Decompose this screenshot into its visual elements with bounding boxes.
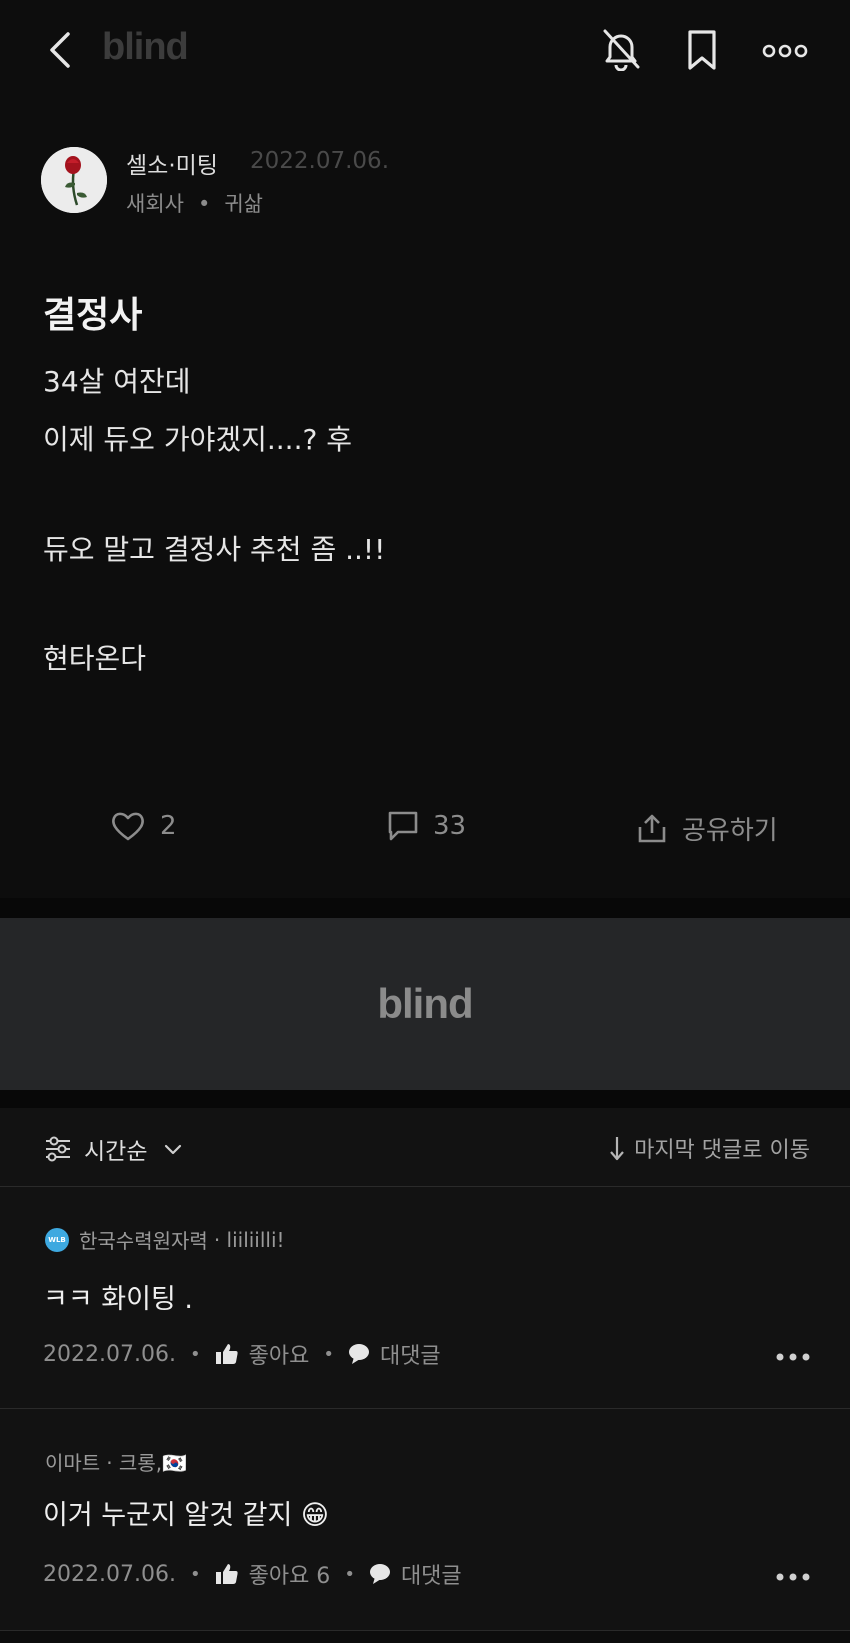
- comment-count: 33: [433, 811, 467, 841]
- post-body-line: 34살 여잔데: [43, 365, 191, 398]
- jump-to-last-comment[interactable]: 마지막 댓글로 이동: [608, 1132, 810, 1164]
- like-button[interactable]: 2: [110, 810, 177, 842]
- post-date: 2022.07.06.: [250, 148, 389, 174]
- comment-company[interactable]: 한국수력원자력: [79, 1225, 208, 1254]
- ad-banner[interactable]: blind: [0, 918, 850, 1090]
- comment-button[interactable]: 33: [387, 810, 466, 842]
- author-company[interactable]: 새회사: [126, 192, 184, 216]
- comment-reply-button[interactable]: 대댓글: [369, 1558, 462, 1590]
- author-name[interactable]: 셀소·미팅: [126, 146, 218, 180]
- back-button[interactable]: [40, 28, 80, 72]
- filter-sliders-icon: [46, 1136, 70, 1162]
- comment-sort-bar: 시간순 마지막 댓글로 이동: [0, 1108, 850, 1187]
- more-horizontal-icon: [762, 44, 808, 58]
- share-label: 공유하기: [682, 816, 778, 846]
- comment-nickname[interactable]: · liiliilli!: [214, 1228, 285, 1252]
- comment-date: 2022.07.06.: [43, 1341, 176, 1367]
- section-divider: [0, 898, 850, 918]
- speech-bubble-icon: [369, 1564, 390, 1584]
- heart-icon: [112, 812, 144, 841]
- post-body-line: 현타온다: [43, 642, 147, 675]
- comment-text: 이거 누군지 알것 같지 😁: [43, 1500, 330, 1531]
- comment-like-button[interactable]: 좋아요 6: [215, 1558, 330, 1590]
- more-horizontal-icon: [776, 1573, 810, 1581]
- meta-separator: •: [197, 192, 211, 216]
- comment-item: 이마트 · 크롱,🇰🇷 이거 누군지 알것 같지 😁 2022.07.06. •…: [0, 1409, 850, 1631]
- more-options-button[interactable]: [760, 36, 810, 66]
- chevron-left-icon: [50, 32, 70, 68]
- brand-logo: blind: [102, 26, 189, 68]
- comment-company[interactable]: 이마트: [45, 1447, 100, 1476]
- comment-nickname[interactable]: · 크롱,🇰🇷: [106, 1447, 187, 1476]
- comment-text: ㅋㅋ 화이팅 .: [43, 1284, 193, 1315]
- bookmark-button[interactable]: [682, 27, 722, 73]
- comment-item: WLB 한국수력원자력 · liiliilli! ㅋㅋ 화이팅 . 2022.0…: [0, 1187, 850, 1409]
- sort-dropdown[interactable]: 시간순: [44, 1132, 183, 1166]
- post-body-line: 듀오 말고 결정사 추천 좀 ..!!: [43, 533, 386, 566]
- comment-date: 2022.07.06.: [43, 1561, 176, 1587]
- share-icon: [638, 814, 666, 842]
- speech-bubble-icon: [348, 1344, 369, 1364]
- author-avatar[interactable]: [41, 147, 107, 213]
- comment-reply-button[interactable]: 대댓글: [348, 1338, 441, 1370]
- post-title: 결정사: [43, 295, 143, 336]
- comment-footer: 2022.07.06. • 좋아요 • 대댓글: [43, 1338, 441, 1370]
- jump-label: 마지막 댓글로 이동: [634, 1138, 810, 1163]
- thumbs-up-icon: [215, 1344, 238, 1364]
- comment-more-button[interactable]: [776, 1353, 810, 1361]
- rose-icon: [41, 147, 107, 213]
- comment-meta: 이마트 · 크롱,🇰🇷: [45, 1447, 187, 1476]
- board-name[interactable]: 귀삶: [224, 192, 263, 216]
- more-horizontal-icon: [776, 1353, 810, 1361]
- notification-off-button[interactable]: [598, 26, 644, 72]
- wlb-badge-icon: WLB: [45, 1227, 69, 1252]
- thumbs-up-icon: [215, 1564, 238, 1584]
- author-meta: 새회사 • 귀삶: [126, 188, 263, 218]
- like-count: 2: [160, 811, 177, 841]
- section-divider: [0, 1090, 850, 1108]
- arrow-down-icon: [610, 1137, 624, 1161]
- comment-like-button[interactable]: 좋아요: [215, 1338, 309, 1370]
- comment-more-button[interactable]: [776, 1573, 810, 1581]
- top-bar: blind: [0, 0, 850, 100]
- bell-off-icon: [603, 29, 640, 71]
- comment-footer: 2022.07.06. • 좋아요 6 • 대댓글: [43, 1558, 462, 1590]
- post-body-line: 이제 듀오 가야겠지....? 후: [43, 423, 353, 456]
- comment-meta: WLB 한국수력원자력 · liiliilli!: [45, 1225, 285, 1254]
- bookmark-icon: [688, 30, 716, 70]
- banner-logo: blind: [377, 980, 473, 1027]
- sort-label: 시간순: [84, 1139, 148, 1165]
- chevron-down-icon: [165, 1144, 182, 1155]
- share-button[interactable]: 공유하기: [636, 810, 778, 847]
- comment-icon: [388, 811, 418, 841]
